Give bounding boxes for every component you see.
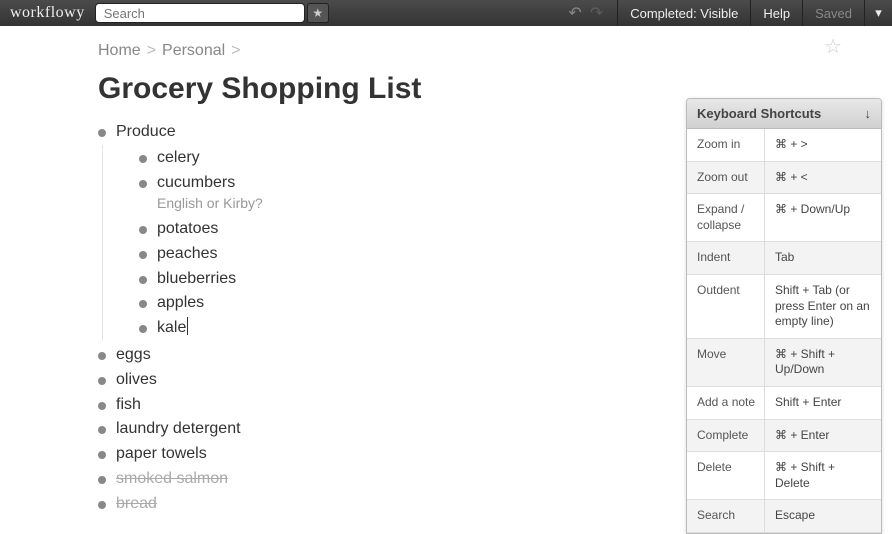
search-star-button[interactable]: ★	[307, 3, 329, 23]
bullet-icon[interactable]	[98, 501, 106, 509]
shortcut-key: ⌘ + Down/Up	[765, 194, 881, 241]
shortcuts-row: Move⌘ + Shift + Up/Down	[687, 339, 881, 387]
star-outline-icon: ☆	[824, 36, 842, 58]
bullet-icon[interactable]	[139, 155, 147, 163]
topbar: workflowy ★ ↶ ↷ Completed: Visible Help …	[0, 0, 892, 26]
shortcuts-panel: Keyboard Shortcuts ↓ Zoom in⌘ + >Zoom ou…	[686, 98, 882, 534]
shortcut-key: ⌘ + Shift + Delete	[765, 452, 881, 499]
shortcut-key: ⌘ + Enter	[765, 420, 881, 452]
node-text[interactable]: peaches	[157, 242, 218, 267]
breadcrumb-item[interactable]: Personal	[162, 42, 225, 59]
shortcut-name: Search	[687, 500, 765, 532]
bullet-icon[interactable]	[98, 352, 106, 360]
search-wrap: ★	[95, 3, 329, 23]
bullet-icon[interactable]	[139, 325, 147, 333]
node-text[interactable]: smoked salmon	[116, 467, 228, 492]
bullet-icon[interactable]	[98, 129, 106, 137]
account-menu-button[interactable]: ▾	[864, 0, 892, 26]
bullet-icon[interactable]	[98, 426, 106, 434]
node-text[interactable]: eggs	[116, 343, 151, 368]
node-text[interactable]: olives	[116, 368, 157, 393]
bullet-icon[interactable]	[139, 300, 147, 308]
shortcuts-row: Add a noteShift + Enter	[687, 387, 881, 420]
shortcuts-row: Zoom in⌘ + >	[687, 129, 881, 162]
shortcut-name: Zoom out	[687, 162, 765, 194]
node-text[interactable]: blueberries	[157, 267, 236, 292]
text-cursor	[187, 317, 188, 335]
shortcut-key: Shift + Enter	[765, 387, 881, 419]
shortcut-name: Zoom in	[687, 129, 765, 161]
undo-icon[interactable]: ↶	[568, 3, 581, 23]
shortcuts-row: Complete⌘ + Enter	[687, 420, 881, 453]
star-icon: ★	[312, 6, 323, 20]
shortcut-key: Escape	[765, 500, 881, 532]
node-text[interactable]: paper towels	[116, 442, 207, 467]
bullet-icon[interactable]	[98, 402, 106, 410]
node-text[interactable]: kale	[157, 316, 188, 341]
breadcrumb: Home>Personal>	[0, 34, 892, 70]
node-text[interactable]: potatoes	[157, 217, 218, 242]
shortcuts-row: Delete⌘ + Shift + Delete	[687, 452, 881, 500]
shortcuts-row: IndentTab	[687, 242, 881, 275]
shortcuts-title: Keyboard Shortcuts	[697, 106, 821, 121]
node-text[interactable]: fish	[116, 393, 141, 418]
caret-down-icon: ▾	[875, 5, 882, 21]
shortcuts-row: SearchEscape	[687, 500, 881, 533]
shortcut-name: Indent	[687, 242, 765, 274]
bullet-icon[interactable]	[98, 451, 106, 459]
chevron-right-icon: >	[141, 42, 162, 59]
node-text[interactable]: Produce	[116, 120, 176, 145]
saved-indicator: Saved	[802, 0, 864, 26]
shortcuts-row: OutdentShift + Tab (or press Enter on an…	[687, 275, 881, 339]
shortcut-key: ⌘ + <	[765, 162, 881, 194]
bullet-icon[interactable]	[98, 476, 106, 484]
shortcut-name: Delete	[687, 452, 765, 499]
app-logo[interactable]: workflowy	[0, 4, 95, 22]
shortcuts-row: Expand / collapse⌘ + Down/Up	[687, 194, 881, 242]
shortcut-key: Tab	[765, 242, 881, 274]
node-text[interactable]: apples	[157, 291, 204, 316]
shortcut-key: ⌘ + >	[765, 129, 881, 161]
bullet-icon[interactable]	[139, 226, 147, 234]
bullet-icon[interactable]	[139, 251, 147, 259]
shortcut-name: Move	[687, 339, 765, 386]
bullet-icon[interactable]	[98, 377, 106, 385]
completed-visibility-toggle[interactable]: Completed: Visible	[617, 0, 750, 26]
shortcut-name: Complete	[687, 420, 765, 452]
undo-redo-group: ↶ ↷	[554, 3, 617, 23]
arrow-down-icon: ↓	[865, 106, 872, 121]
node-text[interactable]: laundry detergent	[116, 417, 241, 442]
node-text[interactable]: bread	[116, 492, 157, 517]
redo-icon[interactable]: ↷	[590, 3, 603, 23]
breadcrumb-item[interactable]: Home	[98, 42, 141, 59]
bullet-icon[interactable]	[139, 180, 147, 188]
help-button[interactable]: Help	[750, 0, 802, 26]
shortcut-key: ⌘ + Shift + Up/Down	[765, 339, 881, 386]
page-star-button[interactable]: ☆	[824, 34, 842, 59]
bullet-icon[interactable]	[139, 276, 147, 284]
shortcuts-header[interactable]: Keyboard Shortcuts ↓	[687, 99, 881, 129]
shortcut-name: Expand / collapse	[687, 194, 765, 241]
shortcut-name: Outdent	[687, 275, 765, 338]
shortcut-name: Add a note	[687, 387, 765, 419]
node-text[interactable]: celery	[157, 146, 200, 171]
node-text[interactable]: cucumbers	[157, 171, 235, 196]
shortcut-key: Shift + Tab (or press Enter on an empty …	[765, 275, 881, 338]
chevron-right-icon: >	[225, 42, 246, 59]
shortcuts-row: Zoom out⌘ + <	[687, 162, 881, 195]
search-input[interactable]	[95, 3, 305, 23]
